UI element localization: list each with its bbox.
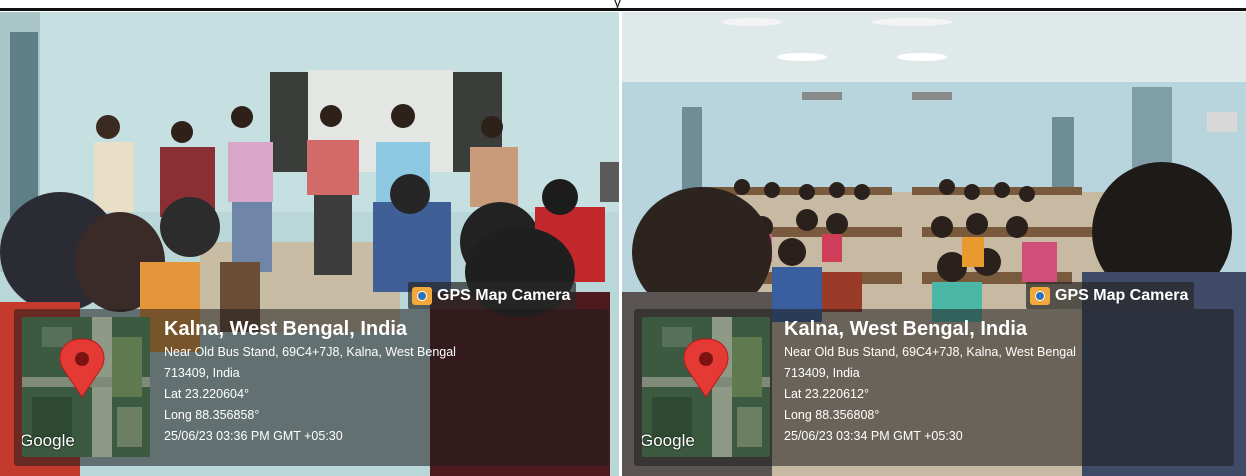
- address-line-1: Near Old Bus Stand, 69C4+7J8, Kalna, Wes…: [784, 345, 1076, 359]
- camera-app-icon: [412, 286, 432, 305]
- top-rule: [0, 8, 1246, 11]
- photo-right-classroom: GPS Map Camera Google Kalna, West Bengal…: [622, 12, 1246, 476]
- longitude: Long 88.356808°: [784, 408, 880, 422]
- address-line-2: 713409, India: [164, 366, 240, 380]
- date-time: 25/06/23 03:36 PM GMT +05:30: [164, 429, 343, 443]
- page-top-border: y: [0, 0, 1246, 12]
- google-logo: Google: [642, 431, 695, 450]
- location-info-panel: Google Kalna, West Bengal, India Near Ol…: [634, 309, 1234, 466]
- address-line-2: 713409, India: [784, 366, 860, 380]
- location-info-panel: Google Kalna, West Bengal, India Near Ol…: [14, 309, 609, 466]
- satellite-minimap: Google: [642, 317, 770, 457]
- address-line-1: Near Old Bus Stand, 69C4+7J8, Kalna, Wes…: [164, 345, 456, 359]
- place-name: Kalna, West Bengal, India: [164, 318, 408, 340]
- satellite-minimap: Google: [22, 317, 150, 457]
- place-name: Kalna, West Bengal, India: [784, 318, 1028, 340]
- location-details: Kalna, West Bengal, India Near Old Bus S…: [784, 317, 1076, 447]
- badge-label: GPS Map Camera: [1055, 286, 1189, 304]
- photo-left-lecture-room: GPS Map Camera Google Kalna, West Bengal…: [0, 12, 619, 476]
- badge-label: GPS Map Camera: [437, 286, 571, 304]
- header-glyph: y: [614, 0, 621, 10]
- date-time: 25/06/23 03:34 PM GMT +05:30: [784, 429, 963, 443]
- google-logo: Google: [22, 431, 75, 450]
- gps-map-camera-badge: GPS Map Camera: [1026, 282, 1195, 309]
- camera-app-icon: [1030, 286, 1050, 305]
- location-details: Kalna, West Bengal, India Near Old Bus S…: [164, 317, 456, 447]
- latitude: Lat 23.220612°: [784, 387, 869, 401]
- latitude: Lat 23.220604°: [164, 387, 249, 401]
- longitude: Long 88.356858°: [164, 408, 260, 422]
- gps-map-camera-badge: GPS Map Camera: [408, 282, 577, 309]
